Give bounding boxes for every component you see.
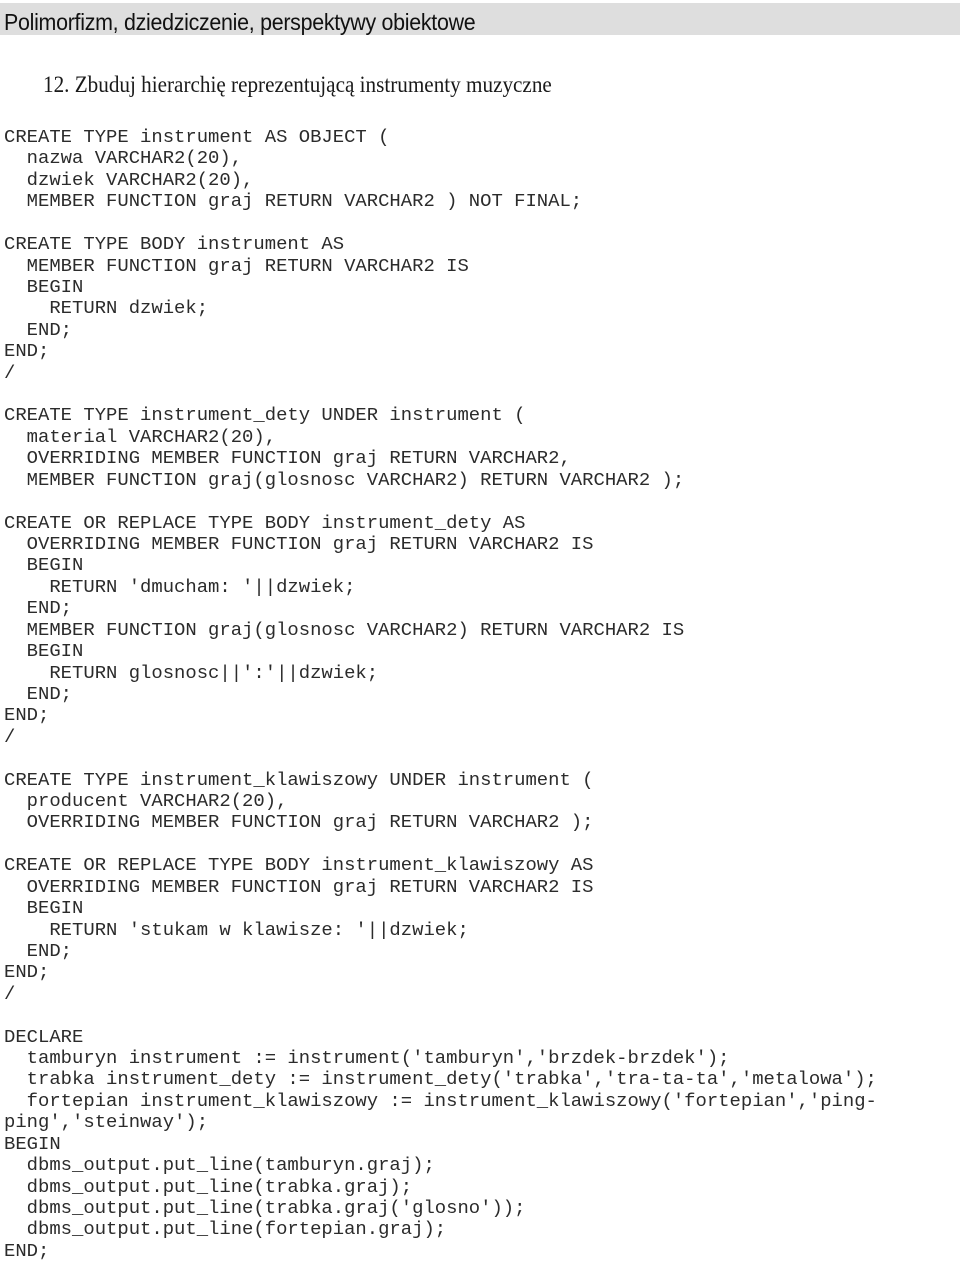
code-line: CREATE OR REPLACE TYPE BODY instrument_d… bbox=[4, 511, 526, 534]
section-title: Polimorfizm, dziedziczenie, perspektywy … bbox=[4, 9, 476, 35]
code-line: MEMBER FUNCTION graj RETURN VARCHAR2 ) N… bbox=[4, 190, 583, 213]
code-line: END; bbox=[4, 939, 73, 962]
code-line: producent VARCHAR2(20), bbox=[4, 790, 288, 813]
code-line: dbms_output.put_line(trabka.graj('glosno… bbox=[4, 1197, 526, 1219]
code-line: tamburyn instrument := instrument('tambu… bbox=[4, 1047, 730, 1070]
code-line: BEGIN bbox=[4, 275, 84, 298]
code-line: OVERRIDING MEMBER FUNCTION graj RETURN V… bbox=[4, 447, 571, 470]
code-line: BEGIN bbox=[4, 640, 84, 663]
code-line: END; bbox=[4, 597, 73, 620]
code-line: END; bbox=[4, 682, 73, 705]
code-line: END; bbox=[4, 704, 50, 727]
code-line: RETURN 'stukam w klawisze: '||dzwiek; bbox=[4, 918, 469, 941]
code-line: RETURN 'dmucham: '||dzwiek; bbox=[4, 575, 356, 598]
code-line: / bbox=[4, 982, 16, 1005]
code-line: RETURN dzwiek; bbox=[4, 297, 209, 320]
code-line: / bbox=[4, 361, 16, 384]
code-line: material VARCHAR2(20), bbox=[4, 425, 277, 448]
code-line: ping','steinway'); bbox=[4, 1111, 209, 1134]
code-line: END; bbox=[4, 1239, 50, 1262]
code-line: OVERRIDING MEMBER FUNCTION graj RETURN V… bbox=[4, 811, 594, 834]
code-line: END; bbox=[4, 961, 50, 984]
code-line: CREATE TYPE BODY instrument AS bbox=[4, 233, 345, 256]
code-line: END; bbox=[4, 318, 73, 341]
code-line: nazwa VARCHAR2(20), bbox=[4, 147, 243, 170]
code-line: fortepian instrument_klawiszowy := instr… bbox=[4, 1089, 877, 1112]
code-line: DECLARE bbox=[4, 1025, 84, 1048]
code-line: dzwiek VARCHAR2(20), bbox=[4, 168, 254, 191]
code-line: dbms_output.put_line(trabka.graj); bbox=[4, 1175, 413, 1198]
code-line: dbms_output.put_line(fortepian.graj); bbox=[4, 1218, 447, 1241]
code-line: CREATE TYPE instrument_klawiszowy UNDER … bbox=[4, 768, 594, 791]
code-line: MEMBER FUNCTION graj(glosnosc VARCHAR2) … bbox=[4, 618, 685, 641]
code-line: CREATE TYPE instrument_dety UNDER instru… bbox=[4, 404, 526, 427]
code-line: / bbox=[4, 725, 16, 748]
task-title: 12. Zbuduj hierarchię reprezentującą ins… bbox=[43, 72, 552, 97]
code-line: MEMBER FUNCTION graj(glosnosc VARCHAR2) … bbox=[4, 468, 685, 491]
code-line: BEGIN bbox=[4, 1132, 61, 1155]
code-line: CREATE TYPE instrument AS OBJECT ( bbox=[4, 126, 390, 148]
code-line: END; bbox=[4, 340, 50, 363]
code-line: MEMBER FUNCTION graj RETURN VARCHAR2 IS bbox=[4, 254, 469, 277]
code-line: BEGIN bbox=[4, 897, 84, 920]
code-line: BEGIN bbox=[4, 554, 84, 577]
code-line: dbms_output.put_line(tamburyn.graj); bbox=[4, 1154, 435, 1177]
code-line: OVERRIDING MEMBER FUNCTION graj RETURN V… bbox=[4, 532, 594, 555]
code-line: trabka instrument_dety := instrument_det… bbox=[4, 1068, 877, 1091]
code-line: RETURN glosnosc||':'||dzwiek; bbox=[4, 661, 379, 684]
section-header-bar: Polimorfizm, dziedziczenie, perspektywy … bbox=[0, 3, 960, 35]
code-line: OVERRIDING MEMBER FUNCTION graj RETURN V… bbox=[4, 875, 594, 898]
code-line: CREATE OR REPLACE TYPE BODY instrument_k… bbox=[4, 854, 594, 877]
